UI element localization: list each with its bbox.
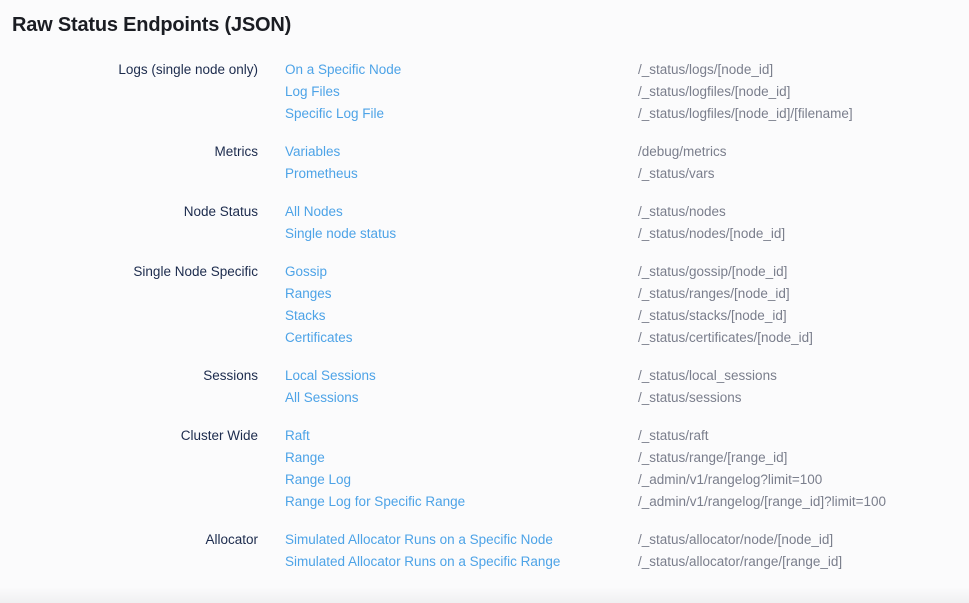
endpoint-link[interactable]: Ranges [285,283,638,305]
endpoint-link[interactable]: Variables [285,141,638,163]
endpoint-link[interactable]: All Sessions [285,387,638,409]
endpoint-row: Certificates /_status/certificates/[node… [258,327,969,349]
endpoint-link[interactable]: Simulated Allocator Runs on a Specific N… [285,529,638,551]
endpoint-row: Range Log /_admin/v1/rangelog?limit=100 [258,469,969,491]
endpoint-row: Range /_status/range/[range_id] [258,447,969,469]
endpoint-row: Gossip /_status/gossip/[node_id] [258,261,969,283]
endpoint-row: Raft /_status/raft [258,425,969,447]
endpoint-row: Ranges /_status/ranges/[node_id] [258,283,969,305]
endpoint-url: /_status/logfiles/[node_id] [638,81,790,103]
endpoint-url: /_status/ranges/[node_id] [638,283,790,305]
endpoint-link[interactable]: Stacks [285,305,638,327]
endpoint-list: Raft /_status/raft Range /_status/range/… [258,425,969,513]
endpoint-group: Node Status All Nodes /_status/nodes Sin… [0,201,969,245]
endpoint-list: Local Sessions /_status/local_sessions A… [258,365,969,409]
endpoint-link[interactable]: All Nodes [285,201,638,223]
endpoint-url: /debug/metrics [638,141,727,163]
endpoint-link[interactable]: Log Files [285,81,638,103]
endpoint-url: /_status/nodes [638,201,726,223]
endpoint-row: Prometheus /_status/vars [258,163,969,185]
endpoint-url: /_status/logfiles/[node_id]/[filename] [638,103,853,125]
endpoint-url: /_status/certificates/[node_id] [638,327,813,349]
endpoint-group: Sessions Local Sessions /_status/local_s… [0,365,969,409]
endpoint-url: /_status/raft [638,425,709,447]
endpoint-row: Local Sessions /_status/local_sessions [258,365,969,387]
endpoint-link[interactable]: Local Sessions [285,365,638,387]
category-label: Node Status [0,201,258,245]
endpoint-url: /_status/gossip/[node_id] [638,261,787,283]
endpoint-row: On a Specific Node /_status/logs/[node_i… [258,59,969,81]
category-label: Cluster Wide [0,425,258,513]
endpoint-row: All Nodes /_status/nodes [258,201,969,223]
endpoint-url: /_status/nodes/[node_id] [638,223,785,245]
endpoint-link[interactable]: Prometheus [285,163,638,185]
endpoint-list: On a Specific Node /_status/logs/[node_i… [258,59,969,125]
endpoint-url: /_status/stacks/[node_id] [638,305,787,327]
endpoint-group: Allocator Simulated Allocator Runs on a … [0,529,969,573]
endpoint-row: Simulated Allocator Runs on a Specific N… [258,529,969,551]
endpoint-list: Simulated Allocator Runs on a Specific N… [258,529,969,573]
endpoint-group: Metrics Variables /debug/metrics Prometh… [0,141,969,185]
endpoint-list: Variables /debug/metrics Prometheus /_st… [258,141,969,185]
endpoint-link[interactable]: Certificates [285,327,638,349]
endpoint-groups: Logs (single node only) On a Specific No… [0,59,969,573]
endpoint-link[interactable]: On a Specific Node [285,59,638,81]
endpoint-group: Single Node Specific Gossip /_status/gos… [0,261,969,349]
category-label: Single Node Specific [0,261,258,349]
category-label: Metrics [0,141,258,185]
endpoint-url: /_status/logs/[node_id] [638,59,773,81]
endpoint-link[interactable]: Single node status [285,223,638,245]
endpoint-group: Logs (single node only) On a Specific No… [0,59,969,125]
endpoint-url: /_status/allocator/node/[node_id] [638,529,833,551]
endpoint-row: Log Files /_status/logfiles/[node_id] [258,81,969,103]
endpoint-group: Cluster Wide Raft /_status/raft Range /_… [0,425,969,513]
endpoint-link[interactable]: Gossip [285,261,638,283]
endpoint-url: /_status/local_sessions [638,365,777,387]
endpoint-link[interactable]: Simulated Allocator Runs on a Specific R… [285,551,638,573]
endpoint-url: /_status/allocator/range/[range_id] [638,551,842,573]
endpoint-list: Gossip /_status/gossip/[node_id] Ranges … [258,261,969,349]
endpoint-link[interactable]: Raft [285,425,638,447]
endpoint-url: /_admin/v1/rangelog/[range_id]?limit=100 [638,491,886,513]
endpoint-row: Stacks /_status/stacks/[node_id] [258,305,969,327]
endpoint-url: /_status/sessions [638,387,742,409]
page-title: Raw Status Endpoints (JSON) [0,0,969,38]
endpoint-link[interactable]: Range [285,447,638,469]
endpoint-link[interactable]: Range Log [285,469,638,491]
endpoint-link[interactable]: Range Log for Specific Range [285,491,638,513]
endpoint-url: /_status/vars [638,163,715,185]
endpoint-url: /_status/range/[range_id] [638,447,787,469]
endpoint-row: Range Log for Specific Range /_admin/v1/… [258,491,969,513]
endpoint-list: All Nodes /_status/nodes Single node sta… [258,201,969,245]
category-label: Sessions [0,365,258,409]
endpoint-row: Single node status /_status/nodes/[node_… [258,223,969,245]
endpoint-row: Simulated Allocator Runs on a Specific R… [258,551,969,573]
bottom-shade-divider [0,587,969,603]
endpoint-row: Specific Log File /_status/logfiles/[nod… [258,103,969,125]
endpoint-url: /_admin/v1/rangelog?limit=100 [638,469,822,491]
category-label: Logs (single node only) [0,59,258,125]
endpoint-row: Variables /debug/metrics [258,141,969,163]
endpoint-link[interactable]: Specific Log File [285,103,638,125]
category-label: Allocator [0,529,258,573]
endpoint-row: All Sessions /_status/sessions [258,387,969,409]
